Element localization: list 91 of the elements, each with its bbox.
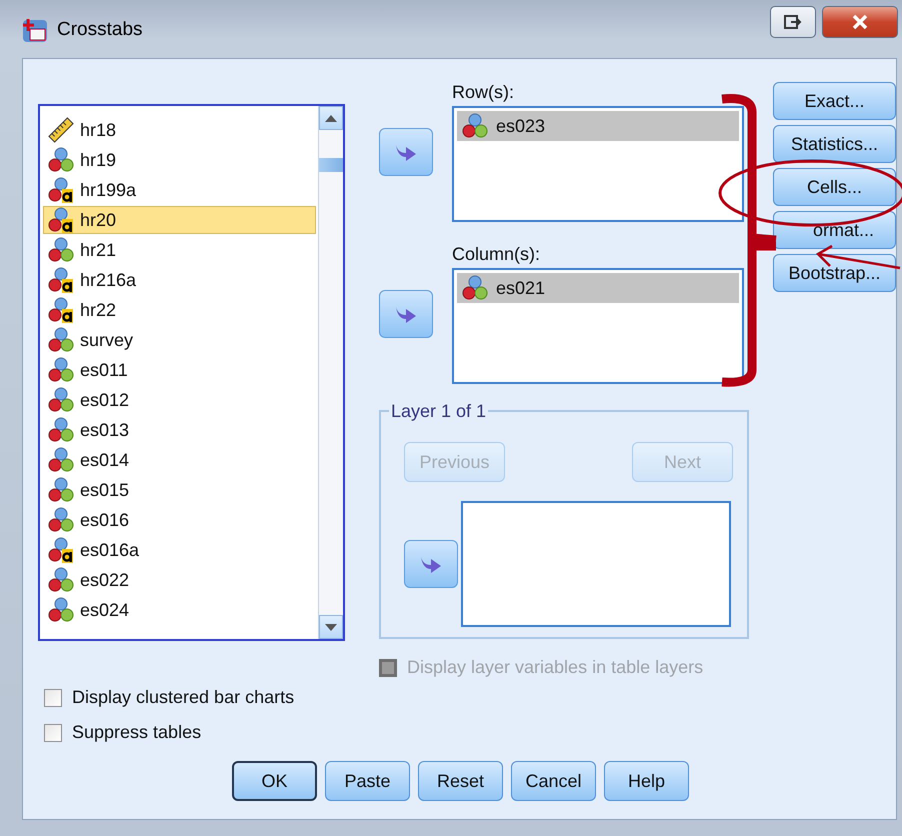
variable-name: hr20 <box>80 210 116 230</box>
three-balls-icon <box>48 447 74 473</box>
variable-name: es023 <box>496 116 546 136</box>
dialog-button[interactable]: Reset <box>418 761 503 801</box>
variable-name: es015 <box>80 480 130 500</box>
variable-name: es016a <box>80 540 140 560</box>
restore-icon <box>784 14 802 30</box>
variable-name: es024 <box>80 600 130 620</box>
section-label: Column(s): <box>452 244 542 265</box>
checkbox-label: Display layer variables in table layers <box>407 657 704 678</box>
variable-item[interactable]: hr21 <box>43 236 316 264</box>
three-balls-icon <box>462 275 488 301</box>
dialog-button[interactable]: Bootstrap... <box>773 254 896 292</box>
balls-letter-icon <box>48 207 74 233</box>
dialog-button[interactable]: ormat... <box>773 211 896 249</box>
dialog-button[interactable]: Cancel <box>511 761 596 801</box>
scroll-up-icon <box>325 114 337 122</box>
section-label: Row(s): <box>452 82 515 103</box>
move-button[interactable] <box>379 128 433 176</box>
variable-item[interactable]: es024 <box>43 596 316 624</box>
three-balls-icon <box>48 237 74 263</box>
variable-item[interactable]: es023 <box>457 111 739 141</box>
layer-list[interactable] <box>461 501 731 627</box>
scrollbar[interactable] <box>318 106 343 639</box>
variable-list[interactable]: hr18 hr19 hr199a hr20 hr21 hr216a hr22 survey es011 es012 es013 es014 es015 es016 es016a es022 es024 <box>38 104 345 641</box>
variable-name: hr199a <box>80 180 136 200</box>
group-title: Layer 1 of 1 <box>389 401 488 422</box>
variable-name: hr18 <box>80 120 116 140</box>
variable-name: es012 <box>80 390 130 410</box>
three-balls-icon <box>462 113 488 139</box>
three-balls-icon <box>48 477 74 503</box>
variable-item[interactable]: es015 <box>43 476 316 504</box>
variable-item[interactable]: es016a <box>43 536 316 564</box>
variable-item[interactable]: hr19 <box>43 146 316 174</box>
checkbox[interactable] <box>44 688 62 706</box>
variable-item[interactable]: es011 <box>43 356 316 384</box>
variable-item[interactable]: hr20 <box>43 206 316 234</box>
variable-item[interactable]: hr216a <box>43 266 316 294</box>
variable-item[interactable]: es022 <box>43 566 316 594</box>
dialog-button[interactable]: Help <box>604 761 689 801</box>
dialog-button[interactable]: OK <box>232 761 317 801</box>
window-title: Crosstabs <box>57 19 143 41</box>
variable-item[interactable]: hr18 <box>43 116 316 144</box>
variable-name: es011 <box>80 360 128 380</box>
variable-name: es014 <box>80 450 130 470</box>
variable-item[interactable]: es021 <box>457 273 739 303</box>
balls-letter-icon <box>48 267 74 293</box>
variable-name: es013 <box>80 420 130 440</box>
variable-item[interactable]: es013 <box>43 416 316 444</box>
variable-item[interactable]: hr22 <box>43 296 316 324</box>
move-button[interactable] <box>379 290 433 338</box>
three-balls-icon <box>48 507 74 533</box>
variable-name: es021 <box>496 278 546 298</box>
variable-name: hr21 <box>80 240 116 260</box>
three-balls-icon <box>48 597 74 623</box>
three-balls-icon <box>48 387 74 413</box>
balls-letter-icon <box>48 297 74 323</box>
balls-letter-icon <box>48 537 74 563</box>
target-list[interactable]: es021 <box>452 268 744 384</box>
variable-item[interactable]: es016 <box>43 506 316 534</box>
three-balls-icon <box>48 357 74 383</box>
checkbox-label: Display clustered bar charts <box>72 687 294 708</box>
dialog-button[interactable]: Statistics... <box>773 125 896 163</box>
variable-name: hr22 <box>80 300 116 320</box>
three-balls-icon <box>48 417 74 443</box>
move-button[interactable] <box>404 540 458 588</box>
three-balls-icon <box>48 147 74 173</box>
scroll-thumb[interactable] <box>319 158 343 172</box>
variable-name: hr19 <box>80 150 116 170</box>
target-list[interactable]: es023 <box>452 106 744 222</box>
restore-button[interactable] <box>770 6 816 38</box>
close-icon <box>852 14 868 30</box>
variable-item[interactable]: es012 <box>43 386 316 414</box>
app-icon <box>22 17 48 43</box>
close-button[interactable] <box>822 6 898 38</box>
variable-name: survey <box>80 330 134 350</box>
dialog-button[interactable]: Cells... <box>773 168 896 206</box>
dialog-button[interactable]: Exact... <box>773 82 896 120</box>
three-balls-icon <box>48 567 74 593</box>
checkbox-label: Suppress tables <box>72 722 202 743</box>
three-balls-icon <box>48 327 74 353</box>
variable-name: hr216a <box>80 270 136 290</box>
dialog-button[interactable]: Paste <box>325 761 410 801</box>
scroll-down-icon <box>325 624 337 630</box>
variable-item[interactable]: hr199a <box>43 176 316 204</box>
variable-name: es016 <box>80 510 130 530</box>
variable-item[interactable]: es014 <box>43 446 316 474</box>
variable-name: es022 <box>80 570 130 590</box>
variable-item[interactable]: survey <box>43 326 316 354</box>
balls-letter-icon <box>48 177 74 203</box>
checkbox[interactable] <box>44 724 62 742</box>
